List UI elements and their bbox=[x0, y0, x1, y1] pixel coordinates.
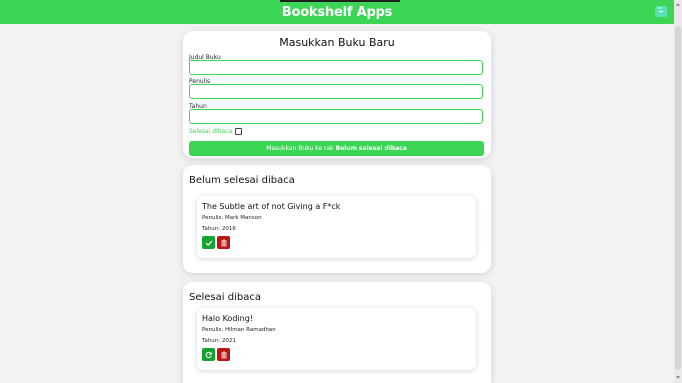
book-year: Tahun: 2016 bbox=[202, 226, 236, 232]
book-card: Halo Koding! Penulis: Hilman Ramadhan Ta… bbox=[197, 308, 476, 370]
unread-shelf: Belum selesai dibaca The Subtle art of n… bbox=[183, 165, 491, 273]
author-input[interactable] bbox=[189, 84, 483, 99]
app-header: Bookshelf Apps bbox=[0, 0, 674, 24]
read-shelf-heading: Selesai dibaca bbox=[189, 292, 261, 303]
scroll-up-icon[interactable] bbox=[676, 3, 680, 6]
read-shelf: Selesai dibaca Halo Koding! Penulis: Hil… bbox=[183, 282, 491, 383]
book-year: Tahun: 2021 bbox=[202, 338, 236, 344]
unread-shelf-heading: Belum selesai dibaca bbox=[189, 175, 295, 186]
mark-done-button[interactable] bbox=[202, 236, 215, 249]
delete-book-button[interactable] bbox=[217, 236, 230, 249]
title-input[interactable] bbox=[189, 60, 483, 75]
finished-check-row: Selesai dibaca bbox=[189, 128, 243, 135]
book-title: Halo Koding! bbox=[202, 314, 253, 323]
year-input[interactable] bbox=[189, 109, 483, 124]
form-heading: Masukkan Buku Baru bbox=[279, 36, 395, 49]
check-icon bbox=[205, 240, 212, 246]
input-book-card: Masukkan Buku Baru Judul Buku Penulis Ta… bbox=[183, 31, 491, 158]
book-title: The Subtle art of not Giving a F*ck bbox=[202, 202, 341, 211]
scroll-thumb[interactable] bbox=[675, 26, 681, 370]
finished-checkbox[interactable] bbox=[235, 128, 243, 135]
submit-book-button[interactable]: Masukkan Buku ke rak Belum selesai dibac… bbox=[189, 141, 484, 156]
mark-unread-button[interactable] bbox=[202, 348, 215, 361]
trash-icon bbox=[221, 239, 226, 246]
submit-shelf: Belum selesai dibaca bbox=[335, 145, 407, 152]
book-card: The Subtle art of not Giving a F*ck Penu… bbox=[197, 196, 476, 258]
refresh-icon bbox=[205, 351, 212, 358]
delete-book-button[interactable] bbox=[217, 348, 230, 361]
translate-icon[interactable] bbox=[655, 6, 667, 17]
app-title: Bookshelf Apps bbox=[281, 4, 393, 20]
scroll-down-icon[interactable] bbox=[676, 376, 680, 379]
finished-label: Selesai dibaca bbox=[189, 128, 233, 135]
book-author: Penulis: Hilman Ramadhan bbox=[202, 327, 276, 333]
book-author: Penulis: Mark Manson bbox=[202, 215, 262, 221]
trash-icon bbox=[221, 351, 226, 358]
header-tab-strip bbox=[280, 0, 400, 2]
submit-prefix: Masukkan Buku ke rak bbox=[266, 145, 334, 152]
